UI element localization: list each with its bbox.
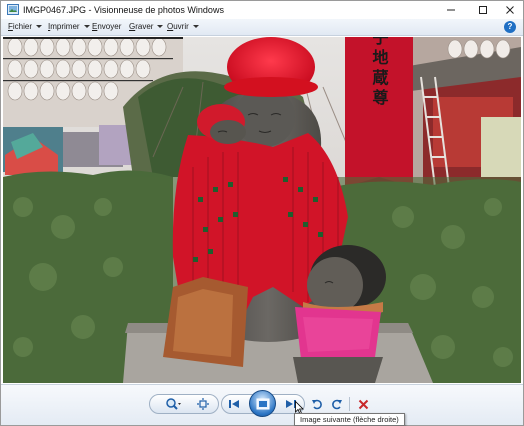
slideshow-icon [256,398,269,409]
actual-size-button[interactable] [195,396,211,412]
previous-button[interactable] [225,396,243,412]
minimize-button[interactable] [437,1,465,19]
window-title: IMGP0467.JPG - Visionneuse de photos Win… [23,5,224,15]
red-banner: 母子地蔵尊 [345,37,413,187]
rotate-left-button[interactable] [309,396,325,412]
menu-graver[interactable]: Graver [129,22,164,31]
help-button[interactable]: ? [504,21,516,33]
menu-envoyer[interactable]: Envoyer [92,22,121,31]
rotate-clockwise-icon [332,399,342,410]
maximize-button[interactable] [469,1,497,19]
menu-bar: Fichier Imprimer Envoyer Graver Ouvrir ? [1,19,523,36]
menu-envoyer-label: nvoyer [97,22,122,31]
photo-viewer-window: IMGP0467.JPG - Visionneuse de photos Win… [0,0,524,426]
viewer-toolbar [1,384,523,425]
close-icon [506,6,514,14]
maximize-icon [479,6,487,14]
chevron-down-icon [83,25,90,28]
minimize-icon [447,9,455,11]
menu-ouvrir-label: uvrir [173,22,189,31]
banner-text: 母子地蔵尊 [370,37,389,109]
menu-ouvrir[interactable]: Ouvrir [167,22,199,31]
menu-fichier[interactable]: Fichier [8,22,43,31]
chevron-down-icon [36,25,43,28]
menu-imprimer[interactable]: Imprimer [48,22,90,31]
chevron-down-icon [157,25,164,28]
menu-fichier-label: ichier [12,22,33,31]
delete-button[interactable] [355,396,371,412]
slideshow-button[interactable] [249,390,276,417]
close-button[interactable] [496,1,524,19]
previous-icon [229,400,239,408]
zoom-button[interactable] [161,396,185,412]
chevron-down-icon [192,25,199,28]
magnifier-icon [166,398,181,410]
next-button-tooltip: Image suivante (flèche droite) [294,413,405,426]
toolbar-separator [349,397,350,411]
menu-graver-label: raver [135,22,154,31]
photo-display[interactable]: 母子地蔵尊 [3,37,521,383]
rotate-counterclockwise-icon [312,399,322,410]
photo-viewer-app-icon [7,4,19,15]
menu-imprimer-label: mprimer [50,22,80,31]
title-bar: IMGP0467.JPG - Visionneuse de photos Win… [1,1,523,19]
delete-icon [358,399,368,409]
rotate-right-button[interactable] [329,396,345,412]
photo-image: 母子地蔵尊 [3,37,521,383]
fit-to-window-icon [197,398,209,410]
